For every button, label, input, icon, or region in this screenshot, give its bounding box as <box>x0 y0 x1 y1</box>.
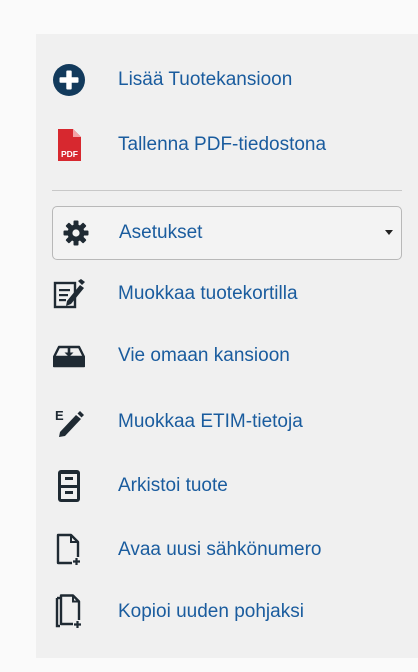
edit-etim-label: Muokkaa ETIM-tietoja <box>118 411 303 432</box>
archive-product-label: Arkistoi tuote <box>118 475 228 496</box>
chevron-down-icon <box>385 230 393 235</box>
pdf-file-icon: PDF <box>52 128 86 162</box>
copy-as-template-link[interactable]: Kopioi uuden pohjaksi <box>52 592 402 632</box>
settings-label: Asetukset <box>119 222 203 243</box>
actions-panel: Lisää Tuotekansioon PDF Tallenna PDF-tie… <box>36 34 418 658</box>
edit-card-icon <box>52 277 86 311</box>
download-tray-icon <box>52 339 86 373</box>
archive-product-link[interactable]: Arkistoi tuote <box>52 466 402 506</box>
pdf-badge-text: PDF <box>61 149 78 159</box>
copy-document-icon <box>52 594 86 629</box>
edit-product-card-label: Muokkaa tuotekortilla <box>118 283 298 304</box>
export-to-folder-link[interactable]: Vie omaan kansioon <box>52 336 402 376</box>
edit-product-card-link[interactable]: Muokkaa tuotekortilla <box>52 274 402 314</box>
new-electric-number-label: Avaa uusi sähkönumero <box>118 539 322 560</box>
etim-glyph: E <box>55 408 64 423</box>
divider <box>52 190 402 191</box>
add-to-folder-label: Lisää Tuotekansioon <box>118 69 293 90</box>
etim-edit-icon: E <box>52 405 86 439</box>
plus-circle-icon <box>52 63 86 97</box>
save-pdf-label: Tallenna PDF-tiedostona <box>118 134 327 155</box>
export-to-folder-label: Vie omaan kansioon <box>118 345 290 366</box>
edit-etim-link[interactable]: E Muokkaa ETIM-tietoja <box>52 402 402 442</box>
new-electric-number-link[interactable]: Avaa uusi sähkönumero <box>52 530 402 570</box>
settings-dropdown[interactable]: Asetukset <box>52 206 402 260</box>
copy-as-template-label: Kopioi uuden pohjaksi <box>118 601 304 622</box>
archive-cabinet-icon <box>52 469 86 503</box>
add-to-folder-link[interactable]: Lisää Tuotekansioon <box>52 60 402 100</box>
new-document-icon <box>52 533 86 567</box>
save-pdf-link[interactable]: PDF Tallenna PDF-tiedostona <box>52 125 402 165</box>
gear-icon <box>59 216 93 250</box>
